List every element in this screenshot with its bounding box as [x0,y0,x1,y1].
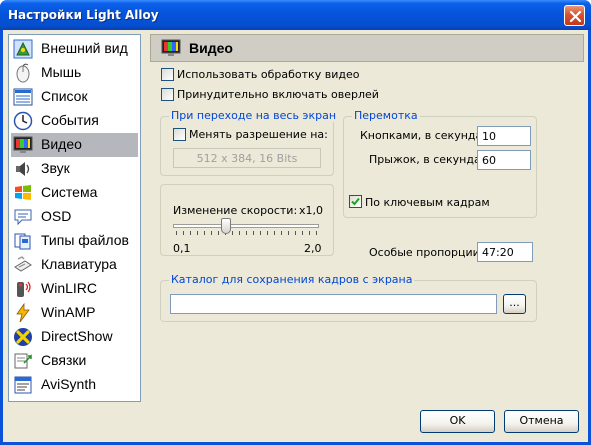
mouse-icon [16,63,30,83]
sidebar-item-links[interactable]: Связки [11,349,138,373]
use-processing-label: Использовать обработку видео [177,68,360,81]
sidebar-item-video[interactable]: Видео [11,133,138,157]
monitor-icon [161,39,181,56]
sidebar-item-label: Связки [41,352,87,368]
sidebar-item-keyboard[interactable]: Клавиатура [11,253,138,277]
sidebar-item-label: OSD [41,208,72,224]
speed-value: x1,0 [299,204,324,217]
browse-button[interactable]: ... [503,294,526,314]
slider-track [173,224,319,228]
fullscreen-group-label: При переходе на весь экран [169,109,339,122]
sidebar-item-label: События [41,112,99,128]
sidebar-item-label: Звук [41,160,70,176]
keyboard-icon [14,256,32,272]
capture-path-input[interactable] [170,294,497,314]
appearance-icon [13,39,33,59]
close-icon [569,10,582,23]
osd-icon [14,209,32,226]
window-title: Настройки Light Alloy [8,8,159,22]
sidebar-item-sound[interactable]: Звук [11,157,138,181]
ok-button[interactable]: OK [420,410,495,433]
windows-flag-icon [15,185,31,200]
change-resolution-label: Менять разрешение на: [189,128,328,141]
resolution-select[interactable]: 512 x 384, 16 Bits [173,148,321,168]
clock-icon [13,111,33,131]
file-types-icon [14,233,31,250]
sidebar-item-label: Типы файлов [41,232,129,248]
sidebar-item-label: Система [41,184,98,200]
force-overlay-label: Принудительно включать оверлей [177,88,379,101]
winamp-icon [16,303,30,323]
sidebar-item-directshow[interactable]: DirectShow [11,325,138,349]
jump-seconds-input[interactable]: 60 [477,150,531,170]
sidebar-item-system[interactable]: Система [11,181,138,205]
sidebar-item-list[interactable]: Список [11,85,138,109]
sidebar-item-label: Мышь [41,64,82,80]
sidebar-item-label: WinLIRC [41,280,98,296]
force-overlay-checkbox[interactable] [161,88,174,101]
monitor-icon [13,136,33,153]
sidebar-item-label: WinAMP [41,304,96,320]
sidebar-item-appearance[interactable]: Внешний вид [11,37,138,61]
button-seconds-input[interactable]: 10 [477,126,531,146]
sidebar-item-label: AviSynth [41,376,96,392]
slider-ticks [176,231,318,235]
directshow-icon [14,328,32,346]
settings-window: Настройки Light Alloy Внешний вид Мышь С… [0,0,591,445]
sidebar-item-avisynth[interactable]: AviSynth [11,373,138,397]
keyframes-checkbox[interactable] [349,195,362,208]
aspect-label: Особые пропорции [369,246,480,259]
checkmark-icon [351,197,360,206]
close-button[interactable] [564,5,585,26]
sidebar-item-osd[interactable]: OSD [11,205,138,229]
slider-thumb[interactable] [221,218,231,234]
sidebar-item-file-types[interactable]: Типы файлов [11,229,138,253]
use-processing-checkbox[interactable] [161,68,174,81]
speaker-icon [16,162,30,176]
section-title: Видео [189,40,233,56]
sidebar-item-label: Клавиатура [41,256,117,272]
sidebar-item-mouse[interactable]: Мышь [11,61,138,85]
sidebar-item-winamp[interactable]: WinAMP [11,301,138,325]
remote-icon [17,281,31,297]
section-header: Видео [150,34,584,62]
speed-max-label: 2,0 [304,242,322,255]
category-list[interactable]: Внешний вид Мышь Список События Видео Зв… [8,34,141,402]
sidebar-item-label: Список [41,88,88,104]
sidebar-item-label: DirectShow [41,328,113,344]
sidebar-item-winlirc[interactable]: WinLIRC [11,277,138,301]
dialog-client: Внешний вид Мышь Список События Видео Зв… [3,30,588,442]
rewind-group-label: Перемотка [352,109,420,122]
keyframes-label: По ключевым кадрам [365,196,490,209]
speed-min-label: 0,1 [173,242,191,255]
cancel-button[interactable]: Отмена [504,410,579,433]
sidebar-item-label: Внешний вид [41,40,128,56]
speed-label: Изменение скорости: [173,204,298,217]
list-icon [13,88,33,106]
speed-slider[interactable] [173,218,321,240]
capture-group-label: Каталог для сохранения кадров с экрана [169,273,415,286]
jump-seconds-label: Прыжок, в секундах [369,153,488,166]
sidebar-item-label: Видео [41,136,82,152]
links-icon [14,353,32,369]
button-seconds-label: Кнопками, в секундах [360,129,489,142]
change-resolution-checkbox[interactable] [173,128,186,141]
sidebar-item-events[interactable]: События [11,109,138,133]
avisynth-icon [14,376,32,394]
title-bar[interactable]: Настройки Light Alloy [0,0,591,30]
aspect-input[interactable]: 47:20 [477,242,533,262]
